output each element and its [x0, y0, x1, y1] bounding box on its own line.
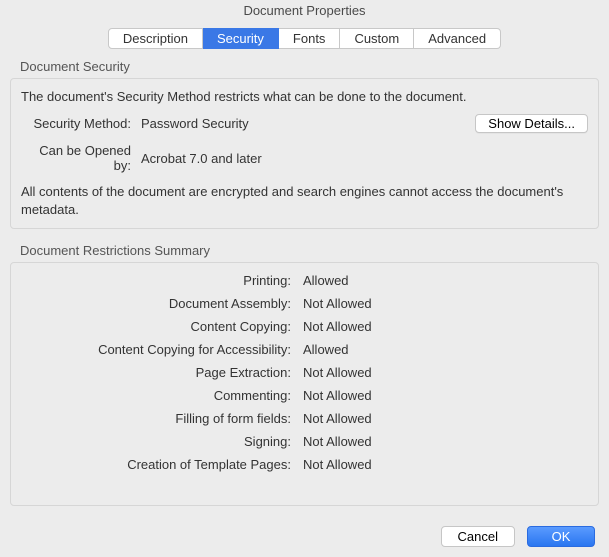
security-intro: The document's Security Method restricts…: [21, 89, 588, 104]
security-method-row: Security Method: Password Security Show …: [21, 114, 588, 133]
security-method-value: Password Security: [141, 116, 249, 131]
tab-advanced[interactable]: Advanced: [414, 28, 501, 49]
restriction-label: Filling of form fields:: [21, 411, 291, 426]
restriction-value: Not Allowed: [303, 296, 372, 311]
restriction-value: Not Allowed: [303, 388, 372, 403]
restriction-value: Allowed: [303, 273, 349, 288]
tab-description[interactable]: Description: [108, 28, 203, 49]
window-title: Document Properties: [0, 0, 609, 22]
restriction-row: Printing: Allowed: [21, 273, 588, 288]
restriction-label: Content Copying:: [21, 319, 291, 334]
restriction-label: Content Copying for Accessibility:: [21, 342, 291, 357]
restriction-row: Signing: Not Allowed: [21, 434, 588, 449]
show-details-button[interactable]: Show Details...: [475, 114, 588, 133]
restrictions-panel: Printing: Allowed Document Assembly: Not…: [10, 262, 599, 506]
restriction-label: Commenting:: [21, 388, 291, 403]
restriction-row: Commenting: Not Allowed: [21, 388, 588, 403]
restrictions-section-title: Document Restrictions Summary: [20, 243, 599, 258]
restriction-label: Document Assembly:: [21, 296, 291, 311]
opened-by-label: Can be Opened by:: [21, 143, 131, 173]
opened-by-value: Acrobat 7.0 and later: [141, 151, 262, 166]
tabs: Description Security Fonts Custom Advanc…: [10, 28, 599, 49]
restriction-value: Allowed: [303, 342, 349, 357]
dialog-footer: Cancel OK: [0, 514, 609, 557]
security-method-label: Security Method:: [21, 116, 131, 131]
restriction-label: Page Extraction:: [21, 365, 291, 380]
document-properties-window: Document Properties Description Security…: [0, 0, 609, 557]
tab-custom[interactable]: Custom: [340, 28, 414, 49]
restriction-row: Creation of Template Pages: Not Allowed: [21, 457, 588, 472]
restriction-label: Signing:: [21, 434, 291, 449]
opened-by-row: Can be Opened by: Acrobat 7.0 and later: [21, 143, 588, 173]
restriction-row: Content Copying: Not Allowed: [21, 319, 588, 334]
security-section-title: Document Security: [20, 59, 599, 74]
restriction-value: Not Allowed: [303, 365, 372, 380]
tab-security[interactable]: Security: [203, 28, 279, 49]
restriction-value: Not Allowed: [303, 319, 372, 334]
ok-button[interactable]: OK: [527, 526, 595, 547]
restriction-row: Filling of form fields: Not Allowed: [21, 411, 588, 426]
restriction-value: Not Allowed: [303, 457, 372, 472]
content: Description Security Fonts Custom Advanc…: [0, 22, 609, 514]
cancel-button[interactable]: Cancel: [441, 526, 515, 547]
restriction-value: Not Allowed: [303, 434, 372, 449]
tab-fonts[interactable]: Fonts: [279, 28, 341, 49]
restriction-row: Document Assembly: Not Allowed: [21, 296, 588, 311]
restriction-row: Page Extraction: Not Allowed: [21, 365, 588, 380]
restriction-row: Content Copying for Accessibility: Allow…: [21, 342, 588, 357]
restriction-value: Not Allowed: [303, 411, 372, 426]
security-panel: The document's Security Method restricts…: [10, 78, 599, 229]
encryption-note: All contents of the document are encrypt…: [21, 183, 588, 218]
restriction-label: Printing:: [21, 273, 291, 288]
restriction-label: Creation of Template Pages:: [21, 457, 291, 472]
